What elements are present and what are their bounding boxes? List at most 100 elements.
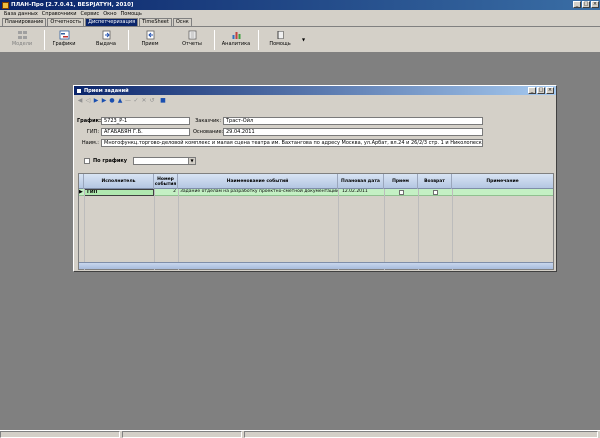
schedule-combo[interactable]: ▼ xyxy=(133,157,196,165)
returned-checkbox[interactable] xyxy=(433,190,438,195)
menu-database[interactable]: База данных xyxy=(2,11,40,17)
grid-line xyxy=(384,189,385,270)
toolbar-overflow-icon[interactable]: ▼ xyxy=(302,37,305,42)
dialog-icon xyxy=(76,87,82,94)
receive-icon xyxy=(146,30,154,40)
insert-record-icon[interactable]: ● xyxy=(109,97,115,104)
cancel-record-icon[interactable]: ✕ xyxy=(141,97,147,104)
help-book-icon xyxy=(277,31,283,39)
app-title-bar: ПЛАН-Про [2.7.0.41, BESPJATYH, 2010] _ □… xyxy=(0,0,600,10)
prev-record-icon[interactable]: ◁ xyxy=(85,97,91,104)
models-button[interactable]: Модели xyxy=(2,29,42,51)
start-date-field[interactable]: 29.04.2011 xyxy=(223,128,483,136)
main-toolbar: Модели Графики Выдача Прием Отчеты Анали… xyxy=(0,27,600,53)
dialog-title: Прием заданий xyxy=(84,87,129,94)
receive-tasks-dialog: Прием заданий _ □ × ◀ ◁ ▶ ▶ ● ▲ — ✓ ✕ ↺ … xyxy=(73,85,557,272)
receive-button[interactable]: Прием xyxy=(130,29,170,51)
tab-osnk[interactable]: Оснк xyxy=(172,18,192,26)
toolbar-separator xyxy=(258,30,259,50)
dialog-minimize-button[interactable]: _ xyxy=(528,87,536,94)
menu-window[interactable]: Окно xyxy=(101,11,118,17)
by-schedule-checkbox[interactable] xyxy=(84,158,90,164)
model-icon xyxy=(17,31,27,39)
up-record-icon[interactable]: ▲ xyxy=(117,97,123,104)
gip-label: ГИП: xyxy=(86,129,99,135)
dialog-window-controls: _ □ × xyxy=(528,87,554,94)
issue-icon xyxy=(102,30,110,40)
customer-field[interactable]: Траст-Ойл xyxy=(223,117,483,125)
schedule-icon xyxy=(59,30,69,40)
planned-date-cell[interactable]: 12.02.2011 xyxy=(338,189,384,196)
grid-header: Исполнитель Номер события Наименование с… xyxy=(79,174,553,189)
tab-timesheet[interactable]: TimeSheet xyxy=(139,18,172,26)
column-header-planned-date[interactable]: Плановая дата xyxy=(338,174,384,189)
column-header-number[interactable]: Номер события xyxy=(154,174,178,189)
column-header-executor[interactable]: Исполнитель xyxy=(84,174,154,189)
menu-bar: База данных Справочники Сервис Окно Помо… xyxy=(0,10,600,18)
by-schedule-label: По графику xyxy=(93,158,128,164)
name-label: Наим.: xyxy=(81,140,99,146)
grid-line xyxy=(338,189,339,270)
app-title: ПЛАН-Про [2.7.0.41, BESPJATYH, 2010] xyxy=(11,2,134,8)
tab-reporting[interactable]: Отчетность xyxy=(47,18,85,26)
column-header-returned[interactable]: Возврат xyxy=(418,174,452,189)
customer-label: Заказчик: xyxy=(195,118,221,124)
analytics-icon xyxy=(232,32,240,39)
column-header-accepted[interactable]: Прием xyxy=(384,174,418,189)
app-logo-icon xyxy=(2,1,9,9)
reports-button[interactable]: Отчеты xyxy=(172,29,212,51)
note-cell[interactable] xyxy=(452,189,553,196)
table-row[interactable]: ▶ ГИП 2 Задание отделам на разработку пр… xyxy=(79,189,553,196)
status-panel xyxy=(0,431,120,438)
toolbar-separator xyxy=(128,30,129,50)
grid-line xyxy=(154,189,155,270)
schedule-field[interactable]: 5723_Р-1 xyxy=(101,117,190,125)
close-button[interactable]: × xyxy=(591,1,599,8)
menu-help[interactable]: Помощь xyxy=(119,11,144,17)
post-record-icon[interactable]: ✓ xyxy=(133,97,139,104)
filter-bar: По графику ▼ xyxy=(77,155,553,169)
maximize-button[interactable]: □ xyxy=(582,1,590,8)
status-panel xyxy=(244,431,598,438)
tab-dispatching[interactable]: Диспетчеризация xyxy=(85,18,139,26)
tab-planning[interactable]: Планирование xyxy=(2,18,47,26)
analytics-button[interactable]: Аналитика xyxy=(216,29,256,51)
column-header-name[interactable]: Наименование событий xyxy=(178,174,338,189)
status-panel xyxy=(122,431,242,438)
header-fields: График: 5723_Р-1 Заказчик: Траст-Ойл ГИП… xyxy=(77,113,553,151)
gip-field[interactable]: АГАБАБЯН Г.Б. xyxy=(101,128,190,136)
edit-record-icon[interactable]: — xyxy=(125,97,131,104)
number-cell[interactable]: 2 xyxy=(154,189,178,196)
grid-line xyxy=(84,189,85,270)
name-field[interactable]: Многофункц.торгово-деловой комплекс и ма… xyxy=(101,139,483,147)
dialog-title-bar: Прием заданий _ □ × xyxy=(74,86,556,95)
menu-directories[interactable]: Справочники xyxy=(40,11,79,17)
last-record-icon[interactable]: ▶ xyxy=(101,97,107,104)
executor-cell[interactable]: ГИП xyxy=(84,189,154,196)
grid-line xyxy=(178,189,179,270)
accepted-checkbox[interactable] xyxy=(399,190,404,195)
start-date-label: Основание: xyxy=(193,129,224,135)
chevron-down-icon[interactable]: ▼ xyxy=(188,158,195,164)
window-controls: _ □ × xyxy=(573,1,599,8)
event-name-cell[interactable]: Задание отделам на разработку проектно-с… xyxy=(178,189,338,196)
menu-service[interactable]: Сервис xyxy=(79,11,102,17)
grid-line xyxy=(452,189,453,270)
help-button[interactable]: Помощь xyxy=(260,29,300,51)
print-icon[interactable]: ■ xyxy=(160,97,166,104)
column-header-note[interactable]: Примечание xyxy=(452,174,553,189)
status-bar xyxy=(0,430,600,438)
toolbar-separator xyxy=(214,30,215,50)
reports-icon xyxy=(188,30,196,40)
next-record-icon[interactable]: ▶ xyxy=(93,97,99,104)
schedules-button[interactable]: Графики xyxy=(44,29,84,51)
first-record-icon[interactable]: ◀ xyxy=(77,97,83,104)
dialog-close-button[interactable]: × xyxy=(546,87,554,94)
grid-line xyxy=(418,189,419,270)
minimize-button[interactable]: _ xyxy=(573,1,581,8)
schedule-label: График: xyxy=(77,118,101,124)
refresh-record-icon[interactable]: ↺ xyxy=(149,97,155,104)
issue-button[interactable]: Выдача xyxy=(86,29,126,51)
grid-footer xyxy=(79,262,553,269)
dialog-maximize-button[interactable]: □ xyxy=(537,87,545,94)
